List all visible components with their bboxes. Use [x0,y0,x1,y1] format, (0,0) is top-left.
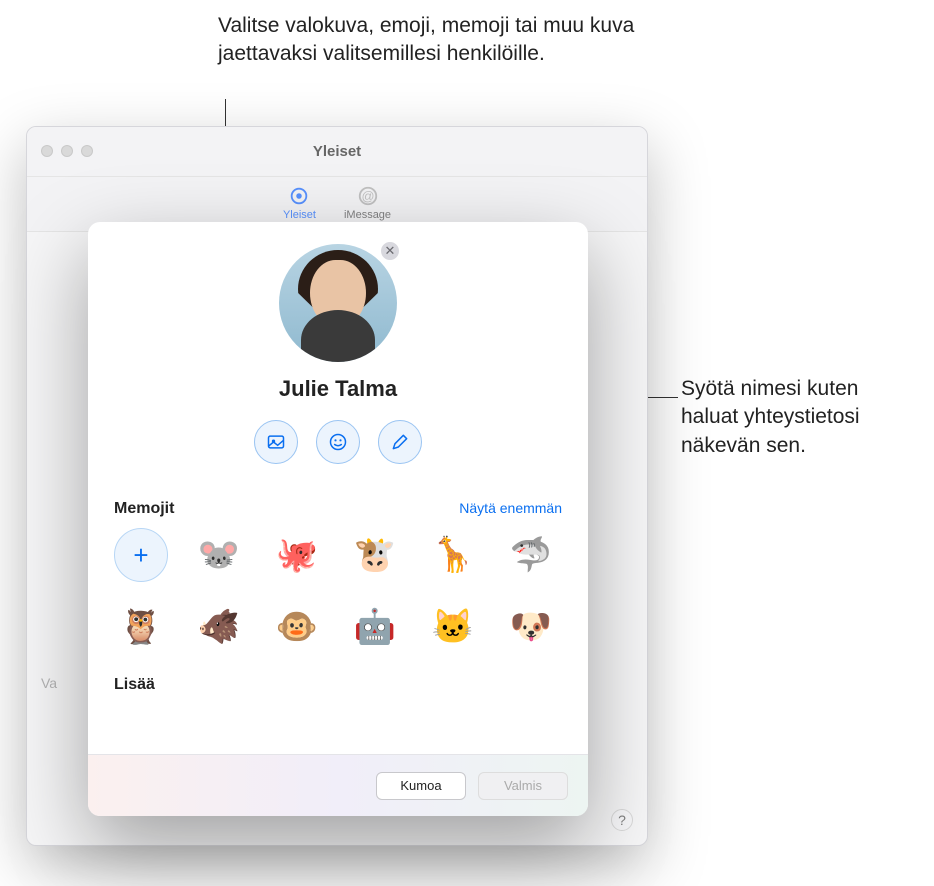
more-section-title: Lisää [114,676,562,694]
memoji-cat[interactable]: 🐱 [426,600,480,654]
emoji-source-button[interactable] [316,420,360,464]
memoji-show-more-link[interactable]: Näytä enemmän [459,500,562,516]
memoji-glyph: 🐙 [276,535,318,575]
display-name-field[interactable]: Julie Talma [114,376,562,402]
memoji-monkey[interactable]: 🐵 [270,600,324,654]
callout-enter-name: Syötä nimesi kuten haluat yhteystietosi … [681,375,921,460]
memoji-glyph: 🤖 [354,607,396,647]
photo-source-row [114,420,562,464]
memoji-glyph: 🐶 [510,607,552,647]
photos-icon [266,432,286,452]
memoji-dog[interactable]: 🐶 [504,600,558,654]
memoji-section-title: Memojit [114,500,174,518]
memoji-octopus[interactable]: 🐙 [270,528,324,582]
memoji-glyph: 🦈 [510,535,552,575]
callout-photo-selection: Valitse valokuva, emoji, memoji tai muu … [218,12,658,69]
memoji-robot[interactable]: 🤖 [348,600,402,654]
profile-photo[interactable] [279,244,397,362]
close-icon: ✕ [385,243,396,259]
memoji-cow[interactable]: 🐮 [348,528,402,582]
memoji-glyph: 🦉 [120,607,162,647]
memoji-shark[interactable]: 🦈 [504,528,558,582]
avatar-container: ✕ [279,244,397,362]
memoji-glyph: 🐗 [198,607,240,647]
cancel-button[interactable]: Kumoa [376,772,466,800]
memoji-grid: + 🐭 🐙 🐮 🦒 🦈 🦉 🐗 🐵 🤖 🐱 🐶 [114,528,562,654]
done-button[interactable]: Valmis [478,772,568,800]
sheet-footer: Kumoa Valmis [88,754,588,816]
photos-source-button[interactable] [254,420,298,464]
memoji-boar[interactable]: 🐗 [192,600,246,654]
memoji-giraffe[interactable]: 🦒 [426,528,480,582]
memoji-glyph: 🦒 [432,535,474,575]
memoji-glyph: 🐭 [198,535,240,575]
clear-photo-button[interactable]: ✕ [379,240,401,262]
memoji-glyph: 🐱 [432,607,474,647]
memoji-glyph: 🐵 [276,607,318,647]
edit-source-button[interactable] [378,420,422,464]
memoji-mouse[interactable]: 🐭 [192,528,246,582]
plus-icon: + [133,540,148,571]
memoji-owl[interactable]: 🦉 [114,600,168,654]
pencil-icon [390,432,410,452]
memoji-add-button[interactable]: + [114,528,168,582]
memoji-glyph: 🐮 [354,535,396,575]
emoji-icon [328,432,348,452]
name-and-photo-sheet: ✕ Julie Talma Memojit Näytä enemmän + 🐭 [88,222,588,816]
